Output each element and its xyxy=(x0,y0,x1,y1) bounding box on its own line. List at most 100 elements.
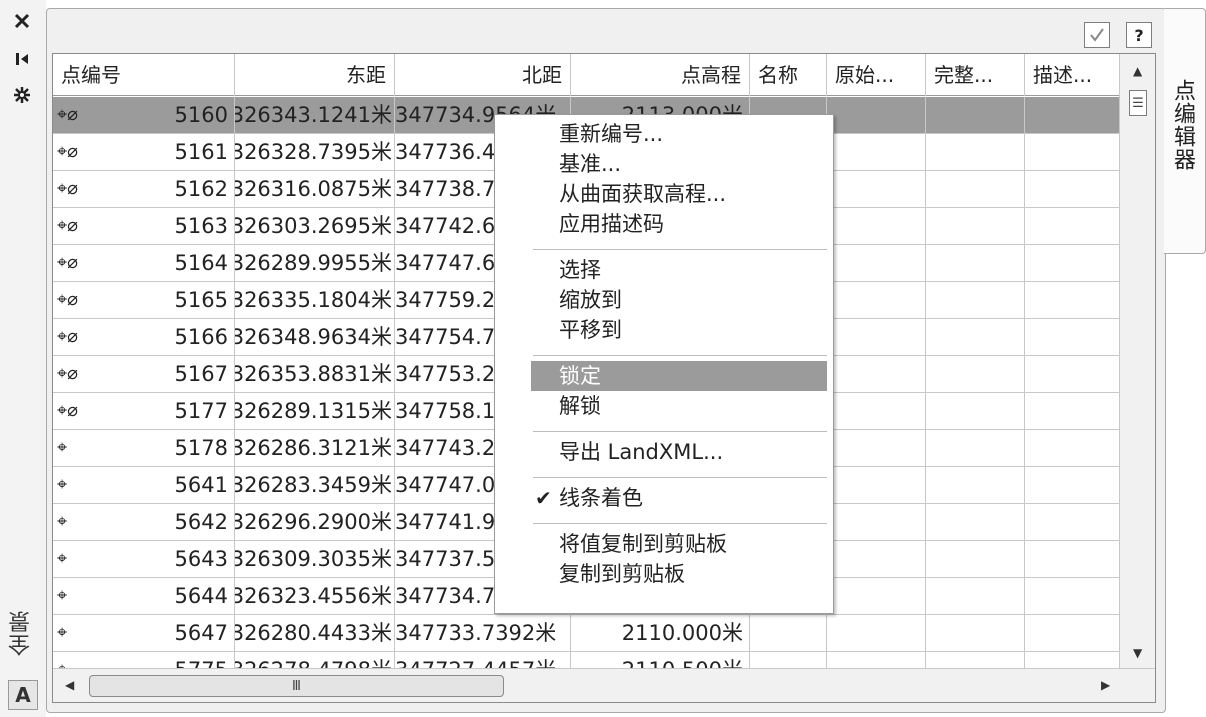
easting-cell[interactable]: 3326353.8831米 xyxy=(235,356,395,392)
name-cell[interactable] xyxy=(750,615,827,651)
menu-item[interactable]: 重新编号... xyxy=(531,119,827,149)
menu-item[interactable]: 将值复制到剪贴板 xyxy=(531,529,827,559)
full-description-cell[interactable] xyxy=(926,208,1025,244)
full-description-cell[interactable] xyxy=(926,541,1025,577)
menu-item[interactable]: 基准... xyxy=(531,149,827,179)
description-cell[interactable] xyxy=(1025,208,1119,244)
point-number-cell[interactable]: ⌖ 5644 xyxy=(53,578,235,614)
easting-cell[interactable]: 3326309.3035米 xyxy=(235,541,395,577)
point-number-cell[interactable]: ⌖⌀ 5163 xyxy=(53,208,235,244)
raw-description-cell[interactable] xyxy=(827,430,926,466)
description-cell[interactable] xyxy=(1025,245,1119,281)
scroll-down-icon[interactable]: ▼ xyxy=(1133,646,1142,660)
raw-description-cell[interactable] xyxy=(827,282,926,318)
raw-description-cell[interactable] xyxy=(827,97,926,133)
easting-cell[interactable]: 3326348.9634米 xyxy=(235,319,395,355)
point-number-cell[interactable]: ⌖⌀ 5165 xyxy=(53,282,235,318)
easting-cell[interactable]: 3326343.1241米 xyxy=(235,97,395,133)
column-header-easting[interactable]: 东距 xyxy=(235,54,395,96)
column-header-point-number[interactable]: 点编号 xyxy=(53,54,235,96)
easting-cell[interactable]: 3326303.2695米 xyxy=(235,208,395,244)
point-number-cell[interactable]: ⌖⌀ 5166 xyxy=(53,319,235,355)
raw-description-cell[interactable] xyxy=(827,245,926,281)
easting-cell[interactable]: 3326328.7395米 xyxy=(235,134,395,170)
menu-item[interactable]: 导出 LandXML... xyxy=(531,437,827,467)
description-cell[interactable] xyxy=(1025,578,1119,614)
point-number-cell[interactable]: ⌖⌀ 5161 xyxy=(53,134,235,170)
raw-description-cell[interactable] xyxy=(827,504,926,540)
raw-description-cell[interactable] xyxy=(827,171,926,207)
point-number-cell[interactable]: ⌖⌀ 5160 xyxy=(53,97,235,133)
full-description-cell[interactable] xyxy=(926,615,1025,651)
menu-item[interactable]: 缩放到 xyxy=(531,285,827,315)
easting-cell[interactable]: 3326283.3459米 xyxy=(235,467,395,503)
description-cell[interactable] xyxy=(1025,430,1119,466)
easting-cell[interactable]: 3326289.1315米 xyxy=(235,393,395,429)
easting-cell[interactable]: 3326286.3121米 xyxy=(235,430,395,466)
easting-cell[interactable]: 3326296.2900米 xyxy=(235,504,395,540)
scroll-left-icon[interactable]: ◀ xyxy=(65,678,74,692)
full-description-cell[interactable] xyxy=(926,504,1025,540)
full-description-cell[interactable] xyxy=(926,578,1025,614)
full-description-cell[interactable] xyxy=(926,97,1025,133)
point-editor-tab[interactable]: 点编辑器 xyxy=(1164,8,1206,254)
raw-description-cell[interactable] xyxy=(827,578,926,614)
menu-item[interactable]: 复制到剪贴板 xyxy=(531,559,827,589)
raw-description-cell[interactable] xyxy=(827,319,926,355)
vertical-scroll-thumb[interactable]: ☰ xyxy=(1129,90,1147,116)
description-cell[interactable] xyxy=(1025,393,1119,429)
point-number-cell[interactable]: ⌖ 5178 xyxy=(53,430,235,466)
full-description-cell[interactable] xyxy=(926,171,1025,207)
vertical-scrollbar[interactable]: ▲ ☰ ▼ xyxy=(1119,54,1155,670)
raw-description-cell[interactable] xyxy=(827,467,926,503)
full-description-cell[interactable] xyxy=(926,356,1025,392)
easting-cell[interactable]: 3326323.4556米 xyxy=(235,578,395,614)
point-number-cell[interactable]: ⌖⌀ 5167 xyxy=(53,356,235,392)
raw-description-cell[interactable] xyxy=(827,356,926,392)
full-description-cell[interactable] xyxy=(926,282,1025,318)
raw-description-cell[interactable] xyxy=(827,208,926,244)
raw-description-cell[interactable] xyxy=(827,134,926,170)
description-cell[interactable] xyxy=(1025,467,1119,503)
raw-description-cell[interactable] xyxy=(827,541,926,577)
full-description-cell[interactable] xyxy=(926,430,1025,466)
full-description-cell[interactable] xyxy=(926,134,1025,170)
description-cell[interactable] xyxy=(1025,541,1119,577)
menu-item[interactable]: 应用描述码 xyxy=(531,209,827,239)
full-description-cell[interactable] xyxy=(926,319,1025,355)
scroll-up-icon[interactable]: ▲ xyxy=(1133,64,1142,78)
horizontal-scroll-thumb[interactable]: Ⅲ xyxy=(89,675,504,697)
point-number-cell[interactable]: ⌖ 5643 xyxy=(53,541,235,577)
point-number-cell[interactable]: ⌖⌀ 5164 xyxy=(53,245,235,281)
close-icon[interactable] xyxy=(8,8,36,34)
auto-hide-icon[interactable] xyxy=(8,46,36,72)
point-number-cell[interactable]: ⌖ 5642 xyxy=(53,504,235,540)
menu-item[interactable]: 锁定 xyxy=(531,361,827,391)
raw-description-cell[interactable] xyxy=(827,393,926,429)
properties-icon[interactable] xyxy=(8,82,36,108)
northing-cell[interactable]: 347733.7392米 xyxy=(395,615,571,651)
full-description-cell[interactable] xyxy=(926,393,1025,429)
description-cell[interactable] xyxy=(1025,171,1119,207)
easting-cell[interactable]: 3326316.0875米 xyxy=(235,171,395,207)
column-header-description[interactable]: 描述... xyxy=(1025,54,1119,96)
description-cell[interactable] xyxy=(1025,615,1119,651)
easting-cell[interactable]: 3326289.9955米 xyxy=(235,245,395,281)
help-icon[interactable]: ? xyxy=(1126,22,1152,48)
column-header-name[interactable]: 名称 xyxy=(750,54,827,96)
point-number-cell[interactable]: ⌖ 5641 xyxy=(53,467,235,503)
table-row[interactable]: ⌖ 5647 3326280.4433米347733.7392米2110.000米 xyxy=(53,615,1119,652)
column-header-raw-description[interactable]: 原始... xyxy=(827,54,926,96)
description-cell[interactable] xyxy=(1025,134,1119,170)
menu-item[interactable]: 解锁 xyxy=(531,391,827,421)
description-cell[interactable] xyxy=(1025,97,1119,133)
menu-item[interactable]: 选择 xyxy=(531,255,827,285)
raw-description-cell[interactable] xyxy=(827,615,926,651)
description-cell[interactable] xyxy=(1025,356,1119,392)
column-header-elevation[interactable]: 点高程 xyxy=(571,54,750,96)
easting-cell[interactable]: 3326280.4433米 xyxy=(235,615,395,651)
description-cell[interactable] xyxy=(1025,282,1119,318)
menu-item[interactable]: ✔ 线条着色 xyxy=(531,483,827,513)
column-header-full-description[interactable]: 完整... xyxy=(926,54,1025,96)
horizontal-scrollbar[interactable]: ◀ Ⅲ ▶ xyxy=(53,668,1155,702)
